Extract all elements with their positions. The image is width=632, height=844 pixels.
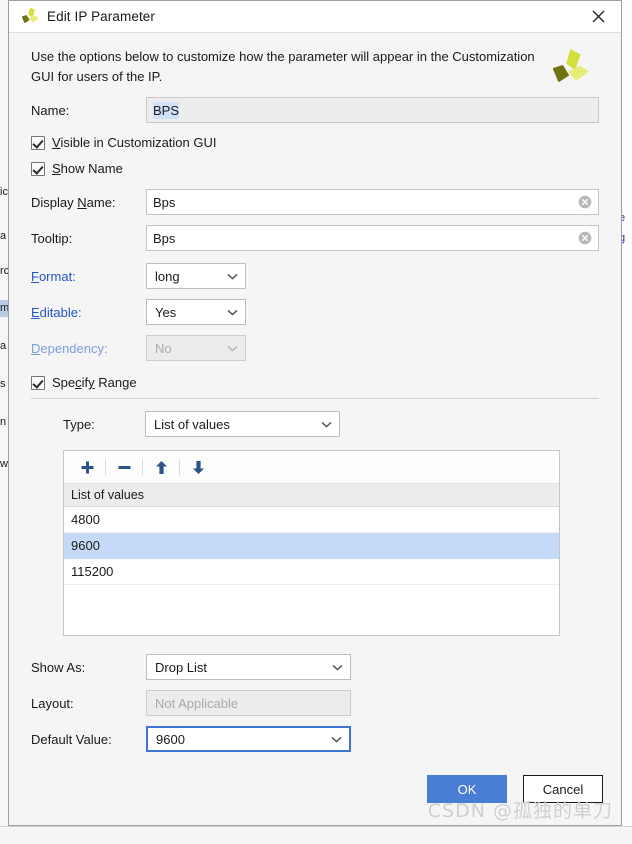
format-row: Format: long — [31, 263, 599, 290]
visible-in-gui-checkbox-row[interactable]: Visible in Customization GUI — [31, 135, 599, 150]
dependency-select: No — [146, 335, 246, 362]
specify-range-checkbox-row[interactable]: Specify Range — [31, 375, 599, 390]
remove-value-button[interactable] — [109, 454, 139, 480]
show-as-label: Show As: — [31, 659, 86, 675]
layout-input: Not Applicable — [146, 690, 351, 717]
table-row[interactable]: 4800 — [64, 507, 559, 534]
tooltip-label: Tooltip: — [31, 230, 73, 246]
name-input[interactable]: BPS — [146, 97, 599, 124]
chevron-down-icon — [321, 421, 332, 428]
move-down-button[interactable] — [183, 454, 213, 480]
move-up-button[interactable] — [146, 454, 176, 480]
tooltip-value: Bps — [153, 230, 176, 246]
cancel-button[interactable]: Cancel — [523, 775, 603, 803]
type-value: List of values — [154, 416, 230, 432]
default-value-row: Default Value: 9600 — [31, 726, 599, 753]
default-value-value: 9600 — [156, 731, 185, 747]
dialog-footer: OK Cancel CSDN @孤独的单刀 — [9, 765, 621, 825]
chevron-down-icon — [331, 736, 342, 743]
toolbar-divider — [105, 459, 106, 476]
tooltip-input[interactable]: Bps — [146, 225, 599, 252]
chevron-down-icon — [227, 309, 238, 316]
clear-circle-icon[interactable] — [578, 231, 592, 245]
table-row[interactable]: 9600 — [64, 533, 559, 560]
editable-row: Editable: Yes — [31, 299, 599, 326]
specify-range-label: Specify Range — [52, 375, 137, 391]
table-cell-value: 9600 — [71, 538, 100, 554]
table-cell-value: 115200 — [71, 564, 114, 580]
dialog-title: Edit IP Parameter — [47, 9, 155, 24]
show-name-label: Show Name — [52, 161, 123, 177]
chevron-down-icon — [227, 273, 238, 280]
add-value-button[interactable] — [72, 454, 102, 480]
default-value-label: Default Value: — [31, 731, 112, 747]
specify-range-checkbox[interactable] — [31, 375, 45, 390]
show-as-value: Drop List — [155, 659, 208, 675]
show-as-select[interactable]: Drop List — [146, 654, 351, 681]
editable-label[interactable]: Editable: — [31, 305, 146, 320]
visible-in-gui-checkbox[interactable] — [31, 135, 45, 150]
default-value-select[interactable]: 9600 — [146, 726, 351, 753]
section-divider — [31, 398, 599, 400]
tooltip-row: Tooltip: Bps — [31, 225, 599, 252]
layout-row: Layout: Not Applicable — [31, 690, 599, 717]
dependency-label[interactable]: Dependency: — [31, 341, 146, 356]
display-name-row: Display Name: Bps — [31, 189, 599, 216]
format-label[interactable]: Format: — [31, 269, 146, 284]
values-table-toolbar — [64, 451, 559, 485]
type-row: Type: List of values — [63, 411, 599, 438]
chevron-down-icon — [227, 345, 238, 352]
name-input-value: BPS — [153, 101, 180, 119]
display-name-input[interactable]: Bps — [146, 189, 599, 216]
format-select[interactable]: long — [146, 263, 246, 290]
show-name-checkbox-row[interactable]: Show Name — [31, 161, 599, 176]
dialog-description: Use the options below to customize how t… — [31, 49, 535, 85]
background-bottom-strip — [0, 826, 632, 844]
format-value: long — [155, 268, 180, 284]
ok-button[interactable]: OK — [427, 775, 507, 803]
range-section: Type: List of values List of values 4800… — [31, 411, 599, 637]
values-table-empty-space — [64, 585, 559, 636]
type-label: Type: — [63, 416, 95, 432]
dependency-row: Dependency: No — [31, 335, 599, 362]
parameter-form: Name: BPS Visible in Customization GUI S… — [9, 97, 621, 765]
display-name-value: Bps — [153, 194, 176, 210]
chevron-down-icon — [332, 664, 343, 671]
type-select[interactable]: List of values — [145, 411, 340, 438]
vivado-logo-icon — [551, 49, 589, 87]
edit-ip-parameter-dialog: Edit IP Parameter Use the options below … — [8, 0, 622, 826]
name-row: Name: BPS — [31, 97, 599, 124]
name-label: Name: — [31, 102, 70, 118]
table-row[interactable]: 115200 — [64, 559, 559, 586]
vivado-logo-icon — [21, 7, 39, 26]
show-name-checkbox[interactable] — [31, 161, 45, 176]
dialog-titlebar: Edit IP Parameter — [9, 1, 621, 33]
toolbar-divider — [142, 459, 143, 476]
show-as-row: Show As: Drop List — [31, 654, 599, 681]
display-name-label: Display Name: — [31, 194, 116, 210]
layout-value: Not Applicable — [155, 695, 239, 711]
values-table: List of values 4800 9600 115200 — [63, 450, 560, 637]
clear-circle-icon[interactable] — [578, 195, 592, 209]
toolbar-divider — [179, 459, 180, 476]
values-table-column-header: List of values — [64, 484, 559, 508]
layout-label: Layout: — [31, 695, 74, 711]
table-cell-value: 4800 — [71, 512, 100, 528]
editable-select[interactable]: Yes — [146, 299, 246, 326]
editable-value: Yes — [155, 304, 177, 320]
dependency-value: No — [155, 340, 172, 356]
dialog-header: Use the options below to customize how t… — [9, 33, 621, 98]
visible-in-gui-label: Visible in Customization GUI — [52, 135, 217, 151]
close-icon[interactable] — [577, 2, 619, 32]
